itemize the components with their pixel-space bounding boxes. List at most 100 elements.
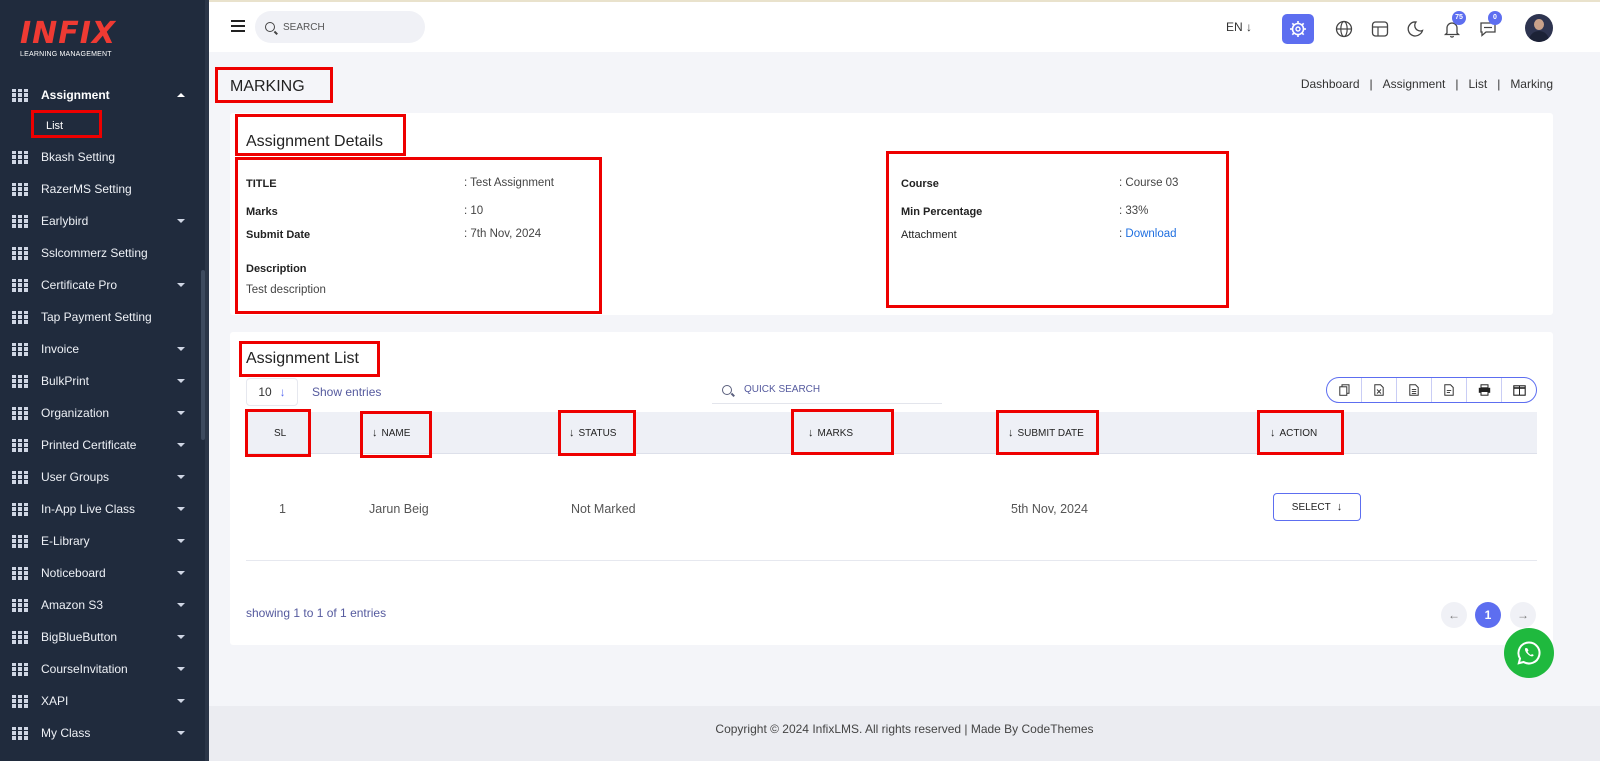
sidebar-item-label: Organization: [41, 406, 110, 420]
grid-icon: [12, 342, 28, 356]
page-1-button[interactable]: 1: [1475, 602, 1501, 628]
notifications-bell-icon[interactable]: 75: [1436, 11, 1468, 44]
sidebar-item-xapi[interactable]: XAPI: [0, 685, 205, 717]
sidebar-item-razerms-setting[interactable]: RazerMS Setting: [0, 173, 205, 205]
next-page-arrow-icon[interactable]: →: [1510, 602, 1536, 628]
print-icon[interactable]: [1467, 378, 1502, 402]
column-sl[interactable]: SL: [274, 412, 286, 454]
sidebar-item-printed-certificate[interactable]: Printed Certificate: [0, 429, 205, 461]
entries-control: 10 ↓ Show entries: [246, 378, 381, 406]
sidebar-item-assignment[interactable]: Assignment: [0, 79, 205, 111]
excel-icon[interactable]: [1397, 378, 1432, 402]
sidebar-item-bulkprint[interactable]: BulkPrint: [0, 365, 205, 397]
caret-up-icon: [177, 93, 185, 97]
column-action[interactable]: ↓ ACTION: [1270, 412, 1317, 454]
sidebar-item-my-class[interactable]: My Class: [0, 717, 205, 749]
sidebar-item-e-library[interactable]: E-Library: [0, 525, 205, 557]
quick-search-input[interactable]: [744, 384, 924, 395]
sidebar-item-label: Earlybird: [41, 214, 89, 228]
language-selector[interactable]: EN ↓: [1226, 20, 1252, 34]
column-status-label: STATUS: [578, 427, 617, 439]
min-percentage-value: : 33%: [1119, 205, 1149, 217]
sidebar-item-label: BigBlueButton: [41, 630, 118, 644]
download-link[interactable]: Download: [1125, 228, 1176, 240]
cell-sl: 1: [279, 502, 286, 516]
sidebar-item-tap-payment-setting[interactable]: Tap Payment Setting: [0, 301, 205, 333]
page-size-select[interactable]: 10 ↓: [246, 378, 298, 406]
sidebar-item-bkash-setting[interactable]: Bkash Setting: [0, 141, 205, 173]
messages-chat-icon[interactable]: 0: [1472, 11, 1504, 44]
course-value: : Course 03: [1119, 177, 1179, 189]
grid-icon: [12, 278, 28, 292]
page-title: MARKING: [230, 78, 305, 95]
sidebar-item-label: User Groups: [41, 470, 110, 484]
grid-icon: [12, 534, 28, 548]
sort-arrow-icon: ↓: [1270, 427, 1276, 439]
column-status[interactable]: ↓ STATUS: [569, 412, 616, 454]
sidebar-item-label: Tap Payment Setting: [41, 310, 152, 324]
caret-down-icon: [177, 699, 185, 703]
caret-down-icon: [177, 603, 185, 607]
sidebar-item-earlybird[interactable]: Earlybird: [0, 205, 205, 237]
global-search[interactable]: [255, 11, 425, 43]
submit-date-value: : 7th Nov, 2024: [464, 228, 542, 240]
breadcrumb-dashboard[interactable]: Dashboard: [1301, 77, 1360, 91]
columns-icon[interactable]: [1502, 378, 1536, 402]
sidebar-item-bigbluebutton[interactable]: BigBlueButton: [0, 621, 205, 653]
attachment-value: : Download: [1119, 228, 1177, 240]
sidebar-item-organization[interactable]: Organization: [0, 397, 205, 429]
select-action-button[interactable]: SELECT ↓: [1273, 493, 1361, 521]
layout-icon[interactable]: [1364, 14, 1396, 44]
prev-page-arrow-icon[interactable]: ←: [1441, 602, 1467, 628]
grid-icon: [12, 150, 28, 164]
sort-arrow-icon: ↓: [372, 427, 378, 439]
cell-name: Jarun Beig: [369, 502, 429, 516]
marks-value: : 10: [464, 205, 484, 217]
sort-arrow-icon: ↓: [1008, 427, 1014, 439]
column-name-label: NAME: [381, 427, 411, 439]
sidebar-item-courseinvitation[interactable]: CourseInvitation: [0, 653, 205, 685]
export-buttons: [1326, 377, 1537, 403]
whatsapp-chat-icon[interactable]: [1504, 628, 1554, 678]
pdf-icon[interactable]: [1432, 378, 1467, 402]
caret-down-icon: [177, 347, 185, 351]
column-name[interactable]: ↓ NAME: [372, 412, 410, 454]
sidebar-item-invoice[interactable]: Invoice: [0, 333, 205, 365]
grid-icon: [12, 470, 28, 484]
search-input[interactable]: [283, 21, 403, 33]
globe-icon[interactable]: [1328, 14, 1360, 44]
column-submit-date[interactable]: ↓ SUBMIT DATE: [1008, 412, 1084, 454]
menu-toggle-icon[interactable]: [231, 20, 245, 32]
dark-mode-moon-icon[interactable]: [1400, 14, 1432, 44]
caret-down-icon: [177, 539, 185, 543]
sidebar-item-label: In-App Live Class: [41, 502, 136, 516]
column-marks[interactable]: ↓ MARKS: [808, 412, 853, 454]
sidebar-item-amazon-s3[interactable]: Amazon S3: [0, 589, 205, 621]
title-value: : Test Assignment: [464, 177, 554, 189]
sidebar-subitem-list[interactable]: List: [0, 111, 205, 141]
messages-badge: 0: [1488, 11, 1502, 25]
sidebar-item-noticeboard[interactable]: Noticeboard: [0, 557, 205, 589]
arrow-down-icon: ↓: [279, 385, 286, 399]
copy-icon[interactable]: [1327, 378, 1362, 402]
user-avatar[interactable]: [1525, 14, 1553, 42]
assignment-list-heading: Assignment List: [246, 350, 359, 367]
sidebar-item-sslcommerz-setting[interactable]: Sslcommerz Setting: [0, 237, 205, 269]
sidebar-item-certificate-pro[interactable]: Certificate Pro: [0, 269, 205, 301]
grid-icon: [12, 662, 28, 676]
grid-icon: [12, 182, 28, 196]
infix-logo[interactable]: INFIX LEARNING MANAGEMENT: [20, 18, 116, 59]
settings-gear-icon[interactable]: [1282, 14, 1314, 44]
breadcrumb-marking: Marking: [1510, 77, 1553, 91]
select-action-label: SELECT: [1291, 501, 1331, 513]
breadcrumb-assignment[interactable]: Assignment: [1383, 77, 1446, 91]
sidebar-item-in-app-live-class[interactable]: In-App Live Class: [0, 493, 205, 525]
sort-arrow-icon: ↓: [569, 427, 575, 439]
sidebar-item-user-groups[interactable]: User Groups: [0, 461, 205, 493]
grid-icon: [12, 406, 28, 420]
caret-down-icon: [177, 571, 185, 575]
grid-icon: [12, 214, 28, 228]
quick-search[interactable]: [712, 376, 942, 404]
csv-icon[interactable]: [1362, 378, 1397, 402]
breadcrumb-list[interactable]: List: [1469, 77, 1488, 91]
